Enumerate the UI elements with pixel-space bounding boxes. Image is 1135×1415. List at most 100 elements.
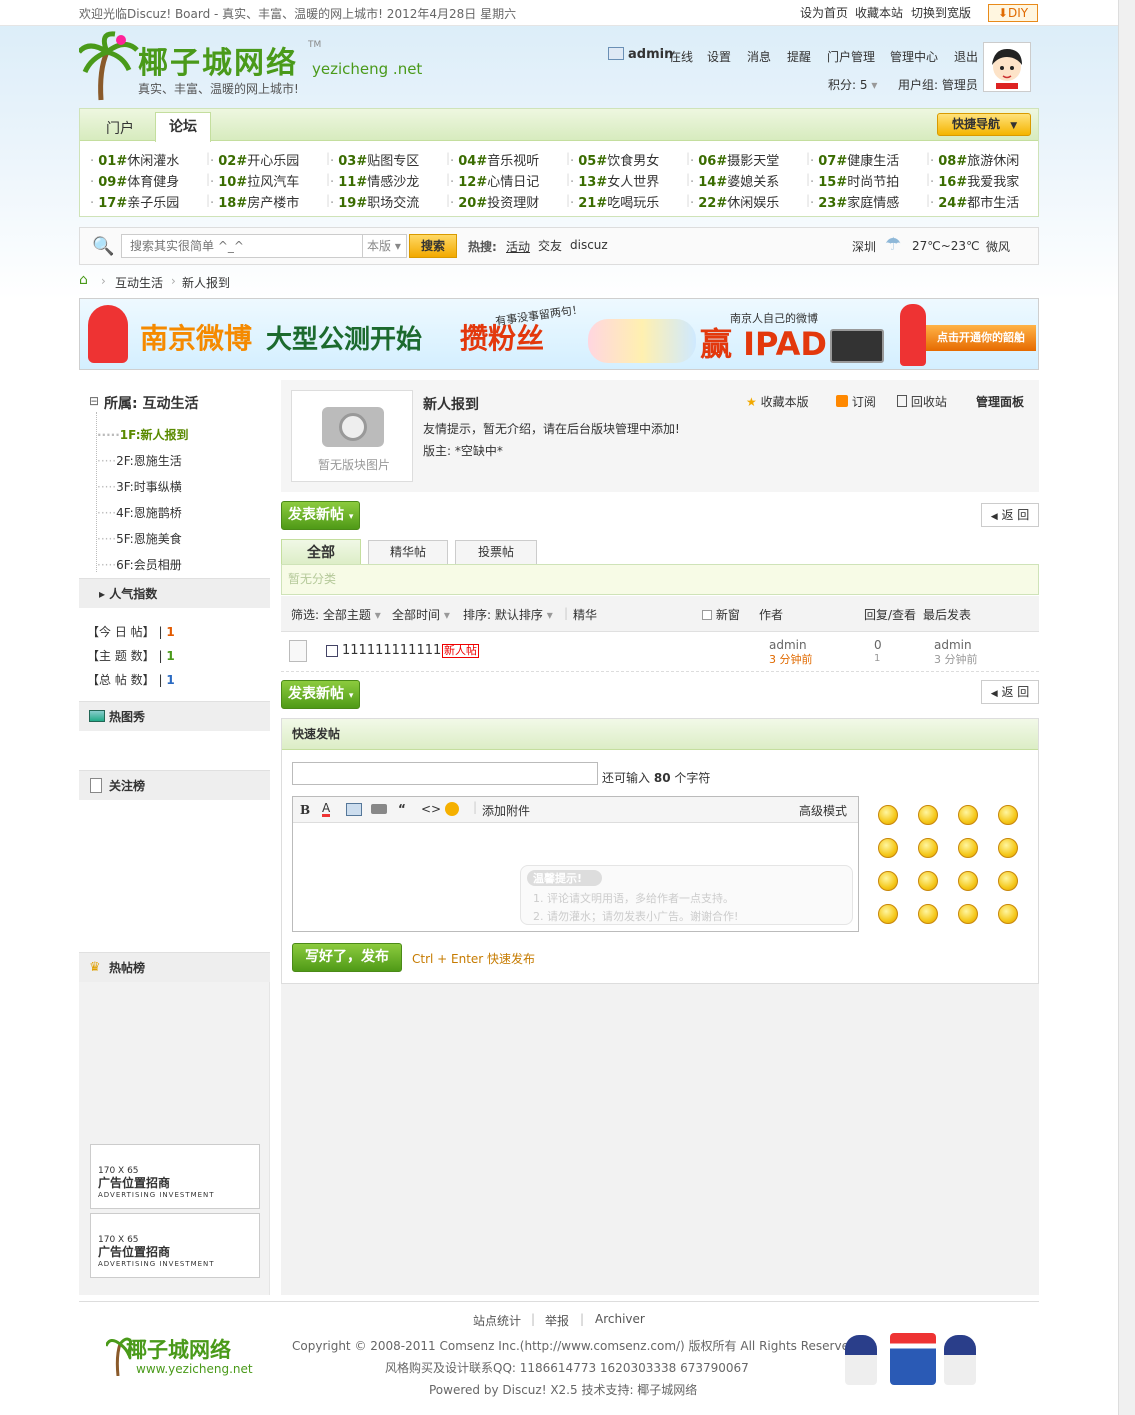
forum-link-10[interactable]: · 10#拉风汽车 (210, 171, 299, 190)
emoticon-icon[interactable] (998, 805, 1018, 825)
table-row[interactable]: 111111111111 新人帖 admin 3 分钟前 0 1 admin 3… (281, 632, 1039, 672)
forum-link-07[interactable]: · 07#健康生活 (810, 150, 899, 169)
emoticon-icon[interactable] (998, 904, 1018, 924)
wide-mode-link[interactable]: 切换到宽版 (911, 4, 971, 21)
notices-link[interactable]: 提醒 (787, 48, 811, 65)
emoticon-icon[interactable] (998, 871, 1018, 891)
forum-link-18[interactable]: · 18#房产楼市 (210, 192, 299, 211)
code-icon[interactable]: <> (421, 802, 441, 816)
logout-link[interactable]: 退出 (954, 48, 978, 65)
emoticon-icon[interactable] (878, 871, 898, 891)
smiley-icon[interactable] (445, 802, 459, 816)
sidebar-forum-item[interactable]: ·····6F:会员相册 (97, 556, 182, 573)
messages-link[interactable]: 消息 (747, 48, 771, 65)
back-button-top[interactable]: ◀ 返 回 (981, 503, 1039, 527)
emoticon-icon[interactable] (918, 904, 938, 924)
favorite-forum-link[interactable]: ★ 收藏本版 (746, 393, 809, 410)
recycle-bin-link[interactable]: 回收站 (897, 393, 947, 410)
admin-center-link[interactable]: 管理中心 (890, 48, 938, 65)
thread-author[interactable]: admin (769, 638, 807, 652)
forum-link-20[interactable]: · 20#投资理财 (450, 192, 539, 211)
quote-icon[interactable]: “ (398, 802, 406, 816)
emoticon-icon[interactable] (918, 871, 938, 891)
tab-digest[interactable]: 精华帖 (368, 540, 448, 564)
sidebar-forum-item[interactable]: ·····4F:恩施鹊桥 (97, 504, 182, 521)
new-window-checkbox[interactable]: 新窗 (702, 606, 740, 623)
scrollbar[interactable] (1118, 0, 1135, 1415)
footer-stats-link[interactable]: 站点统计 (473, 1312, 521, 1329)
emoticon-icon[interactable] (878, 805, 898, 825)
breadcrumb-group[interactable]: 互动生活 (115, 274, 163, 291)
link-icon[interactable] (371, 804, 387, 814)
emoticon-icon[interactable] (958, 805, 978, 825)
forum-link-21[interactable]: · 21#吃喝玩乐 (570, 192, 659, 211)
tab-all[interactable]: 全部 (281, 539, 361, 565)
portal-admin-link[interactable]: 门户管理 (827, 48, 875, 65)
collapse-icon[interactable]: ⊟ (89, 394, 99, 408)
ad-banner[interactable]: 南京微博 大型公测开始 攒粉丝 有事没事留两句！ 赢 IPAD 南京人自己的微博… (79, 298, 1039, 370)
filter-time[interactable]: 全部时间 ▾ (392, 606, 450, 623)
sidebar-forum-item[interactable]: ·····2F:恩施生活 (97, 452, 182, 469)
font-color-icon[interactable]: A (322, 802, 331, 817)
bold-icon[interactable]: B (300, 803, 310, 817)
forum-link-23[interactable]: · 23#家庭情感 (810, 192, 899, 211)
forum-link-19[interactable]: · 19#职场交流 (330, 192, 419, 211)
quick-nav-button[interactable]: 快捷导航 ▼ (937, 113, 1031, 136)
new-thread-button-bottom[interactable]: 发表新帖 ▾ (281, 680, 361, 709)
sidebar-forum-item[interactable]: ·····5F:恩施美食 (97, 530, 182, 547)
diy-button[interactable]: ⬇DIY (988, 4, 1038, 22)
search-scope-select[interactable]: 本版 ▾ (363, 234, 407, 258)
hot-search-discuz[interactable]: discuz (570, 238, 608, 252)
emoticon-icon[interactable] (998, 838, 1018, 858)
new-thread-button-top[interactable]: 发表新帖 ▾ (281, 501, 361, 530)
forum-link-11[interactable]: · 11#情感沙龙 (330, 171, 419, 190)
forum-link-22[interactable]: · 22#休闲娱乐 (690, 192, 779, 211)
username-link[interactable]: admin (628, 47, 673, 62)
thread-title[interactable]: 111111111111 (342, 643, 441, 658)
forum-link-06[interactable]: · 06#摄影天堂 (690, 150, 779, 169)
footer-archiver-link[interactable]: Archiver (595, 1312, 645, 1326)
forum-link-17[interactable]: · 17#亲子乐园 (90, 192, 179, 211)
filter-type[interactable]: 筛选: 全部主题 ▾ (291, 606, 381, 623)
emoticon-icon[interactable] (958, 904, 978, 924)
sidebar-forum-item[interactable]: ·····3F:时事纵横 (97, 478, 182, 495)
forum-link-14[interactable]: · 14#婆媳关系 (690, 171, 779, 190)
forum-link-13[interactable]: · 13#女人世界 (570, 171, 659, 190)
sidebar-forum-item[interactable]: ·····1F:新人报到 (97, 426, 189, 443)
forum-link-15[interactable]: · 15#时尚节拍 (810, 171, 899, 190)
image-icon[interactable] (346, 803, 362, 816)
subject-input[interactable] (292, 762, 598, 785)
forum-link-02[interactable]: · 02#开心乐园 (210, 150, 299, 169)
thread-checkbox[interactable] (326, 645, 338, 657)
hot-search-friends[interactable]: 交友 (538, 237, 562, 254)
forum-link-16[interactable]: · 16#我爱我家 (930, 171, 1019, 190)
credits-link[interactable]: 积分: 5 ▾ (828, 76, 877, 93)
tab-poll[interactable]: 投票帖 (455, 540, 537, 564)
forum-link-03[interactable]: · 03#贴图专区 (330, 150, 419, 169)
advanced-mode-link[interactable]: 高级模式 (799, 802, 847, 819)
emoticon-icon[interactable] (918, 805, 938, 825)
forum-link-04[interactable]: · 04#音乐视听 (450, 150, 539, 169)
forum-link-09[interactable]: · 09#体育健身 (90, 171, 179, 190)
search-button[interactable]: 搜索 (409, 234, 457, 258)
hot-search-activity[interactable]: 活动 (506, 238, 530, 255)
admin-panel-link[interactable]: 管理面板 (976, 393, 1024, 410)
thread-last-user[interactable]: admin (934, 638, 972, 652)
filter-sort[interactable]: 排序: 默认排序 ▾ (463, 606, 553, 623)
breadcrumb-forum[interactable]: 新人报到 (182, 274, 230, 291)
home-icon[interactable]: ⌂ (79, 272, 88, 288)
filter-digest[interactable]: 精华 (573, 606, 597, 623)
set-homepage-link[interactable]: 设为首页 (800, 4, 848, 21)
banner-cta-button[interactable]: 点击开通你的韶舶 (926, 325, 1036, 351)
back-button-bottom[interactable]: ◀ 返 回 (981, 680, 1039, 704)
footer-report-link[interactable]: 举报 (545, 1312, 569, 1329)
search-input[interactable] (121, 234, 363, 258)
sidebar-ad-1[interactable]: 170 X 65 广告位置招商 ADVERTISING INVESTMENT (90, 1144, 260, 1209)
emoticon-icon[interactable] (918, 838, 938, 858)
emoticon-icon[interactable] (958, 838, 978, 858)
forum-link-12[interactable]: · 12#心情日记 (450, 171, 539, 190)
forum-link-01[interactable]: · 01#休闲灌水 (90, 150, 179, 169)
emoticon-icon[interactable] (958, 871, 978, 891)
forum-link-08[interactable]: · 08#旅游休闲 (930, 150, 1019, 169)
forum-link-24[interactable]: · 24#都市生活 (930, 192, 1019, 211)
